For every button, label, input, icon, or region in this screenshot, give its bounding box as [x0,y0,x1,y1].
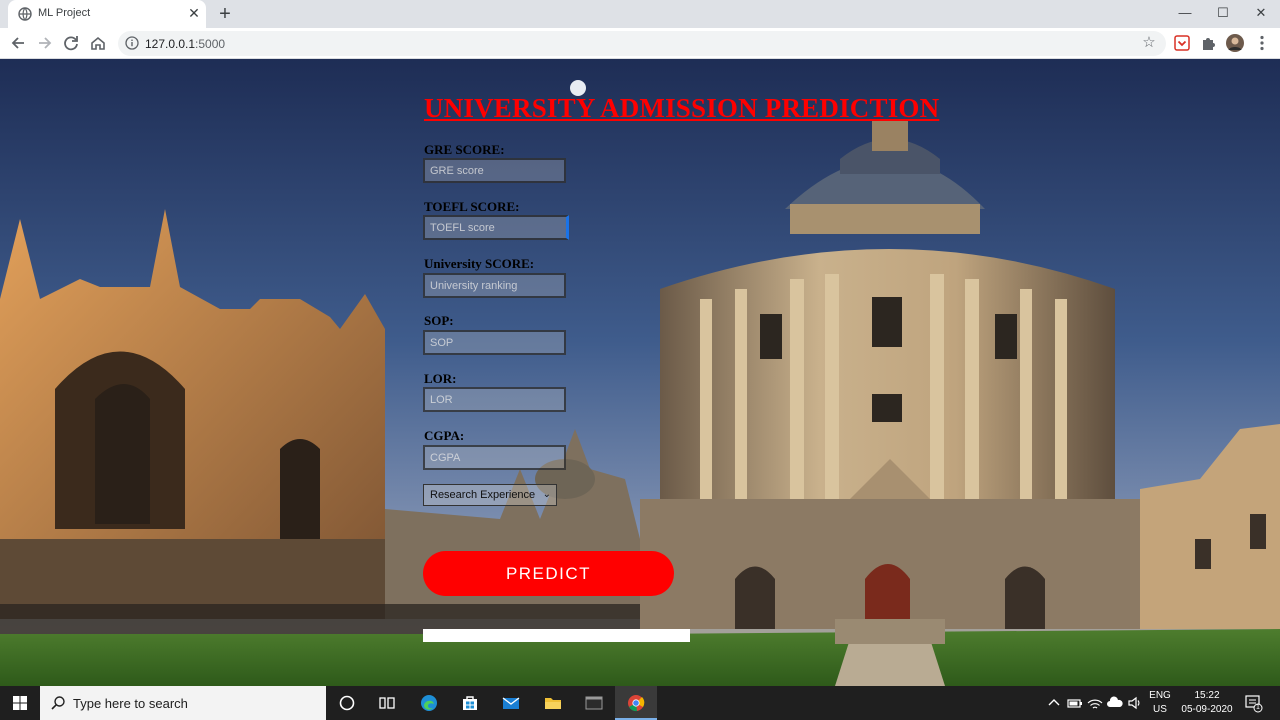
extensions-puzzle-icon[interactable] [1198,33,1218,53]
research-select-value: Research Experience [430,489,536,501]
university-ranking-input[interactable] [423,273,566,298]
search-placeholder: Type here to search [73,696,188,711]
home-icon [91,36,105,50]
minimize-button[interactable]: — [1166,0,1204,28]
cgpa-input[interactable] [423,445,566,470]
lor-label: LOR: [424,371,457,386]
chevron-up-icon[interactable] [1045,694,1063,712]
taskbar-clock[interactable]: 15:22 05-09-2020 [1175,689,1239,717]
maximize-button[interactable]: ☐ [1204,0,1242,28]
lor-input[interactable] [423,387,566,412]
url-port: :5000 [195,37,226,51]
toefl-score-input[interactable] [423,215,569,240]
notification-center-button[interactable]: 1 [1243,693,1263,713]
predict-button[interactable]: PREDICT [423,551,674,596]
browser-tab-bar: ML Project ✕ + — ☐ ✕ [0,0,1280,28]
cortana-button[interactable] [326,686,368,720]
cloud-icon[interactable] [1106,694,1124,712]
url-text: 127.0.0.1:5000 [145,37,225,51]
store-icon [463,696,477,710]
clock-date: 05-09-2020 [1181,704,1233,715]
reload-icon [64,36,78,51]
battery-icon[interactable] [1066,694,1084,712]
sop-input[interactable] [423,330,566,355]
chevron-down-icon: ⌄ [542,489,551,500]
research-experience-select[interactable]: Research Experience ⌄ [423,484,557,506]
browser-toolbar: 127.0.0.1:5000 ☆ [0,28,1280,59]
mail-taskbar-button[interactable] [490,686,532,720]
chrome-icon [628,695,645,712]
store-taskbar-button[interactable] [449,686,491,720]
reload-button[interactable] [60,32,82,54]
search-icon [51,696,65,710]
language-code: ENG [1149,690,1171,701]
file-explorer-taskbar-button[interactable] [532,686,574,720]
forward-button[interactable] [34,32,56,54]
windows-taskbar: Type here to search ENG US 15:22 05-09-2… [0,686,1280,720]
wifi-icon[interactable] [1086,694,1104,712]
gre-score-input[interactable] [423,158,566,183]
taskbar-search-box[interactable]: Type here to search [40,686,326,720]
volume-icon[interactable] [1126,694,1144,712]
toefl-score-label: TOEFL SCORE: [424,199,520,214]
file-explorer-icon [545,698,561,709]
tab-title: ML Project [38,7,91,19]
edge-taskbar-button[interactable] [408,686,450,720]
globe-icon [18,7,32,21]
terminal-icon [585,696,603,710]
edge-icon [421,695,437,711]
profile-avatar[interactable] [1225,33,1245,53]
chrome-taskbar-button[interactable] [615,686,657,720]
cgpa-label: CGPA: [424,428,465,443]
prediction-result-box [423,629,690,642]
windows-start-icon[interactable] [0,686,40,720]
new-tab-button[interactable]: + [214,3,236,25]
home-button[interactable] [87,32,109,54]
tab-close-icon[interactable]: ✕ [186,5,202,21]
arrow-right-icon [39,37,52,49]
task-view-button[interactable] [366,686,408,720]
info-icon[interactable] [125,36,139,50]
back-button[interactable] [7,32,29,54]
arrow-left-icon [11,37,24,49]
mail-icon [502,697,520,709]
pocket-extension-icon[interactable] [1172,33,1192,53]
clock-time: 15:22 [1194,690,1220,701]
region-code: US [1153,704,1167,715]
window-close-button[interactable]: ✕ [1242,0,1280,28]
language-indicator[interactable]: ENG US [1148,689,1172,717]
task-view-icon [379,697,395,709]
terminal-taskbar-button[interactable] [573,686,615,720]
url-host: 127.0.0.1 [145,37,196,51]
cortana-icon [339,695,355,711]
browser-tab-ml-project[interactable]: ML Project ✕ [8,0,206,28]
address-bar[interactable]: 127.0.0.1:5000 ☆ [118,31,1166,56]
sop-label: SOP: [424,313,454,328]
bookmark-star-icon[interactable]: ☆ [1140,34,1158,52]
university-score-label: University SCORE: [424,256,535,271]
notification-count: 1 [1256,704,1260,711]
page-title: UNIVERSITY ADMISSION PREDICTION [424,93,940,123]
page-viewport: UNIVERSITY ADMISSION PREDICTION GRE SCOR… [0,59,1280,686]
gre-score-label: GRE SCORE: [424,142,505,157]
more-menu-icon[interactable] [1252,33,1272,53]
